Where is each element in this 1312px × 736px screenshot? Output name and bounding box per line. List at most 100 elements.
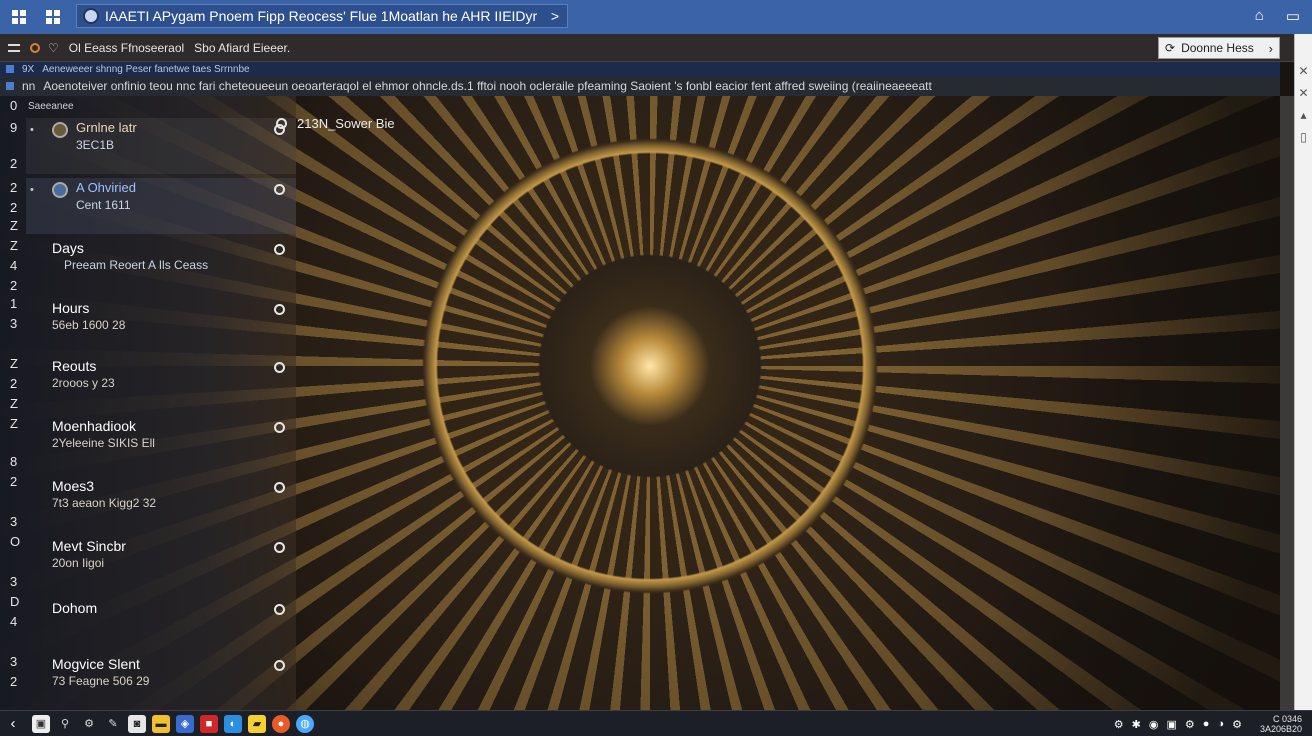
line-number: O xyxy=(10,534,21,549)
line-number: 4 xyxy=(10,258,18,273)
radio-button[interactable] xyxy=(274,542,285,553)
line-number: D xyxy=(10,594,20,609)
line-number: 2 xyxy=(10,200,18,215)
line-number: 4 xyxy=(10,614,18,629)
item-name: Mevt Sincbr xyxy=(52,538,126,554)
browser-icon[interactable]: ● xyxy=(272,714,290,733)
item-sub: 73 Feagne 506 29 xyxy=(52,674,150,688)
avatar xyxy=(52,122,68,138)
go-button[interactable]: > xyxy=(543,8,567,24)
tray-icon[interactable]: ⚙ xyxy=(1232,718,1242,731)
clock[interactable]: C 0346 3A206B20 xyxy=(1260,714,1302,734)
line-number: Z xyxy=(10,396,18,411)
window-icon[interactable]: ▭ xyxy=(1286,7,1300,25)
radio-button[interactable] xyxy=(274,184,285,195)
tray-icon[interactable]: ◉ xyxy=(1149,718,1159,731)
tray-icon[interactable]: ● xyxy=(1203,718,1210,730)
description-text: Aoenoteiver onfinio teou nnc fari cheteo… xyxy=(43,79,932,93)
item-sub: Cent 1611 xyxy=(76,198,131,212)
description-prefix: nn xyxy=(22,79,36,93)
tray-icon[interactable]: ▣ xyxy=(1166,718,1176,731)
bullet-icon: • xyxy=(30,184,34,196)
item-name: Moenhadiook xyxy=(52,418,137,434)
edit-icon[interactable]: ✎ xyxy=(104,715,122,733)
line-number: 3 xyxy=(10,316,18,331)
chevron-right-icon: › xyxy=(1268,40,1273,56)
vertical-scrollbar[interactable]: ✕ ✕ ▴ ▯ xyxy=(1294,34,1312,710)
line-number: 8 xyxy=(10,454,18,469)
radio-button[interactable] xyxy=(274,660,285,671)
toolbar-description: nn Aoenoteiver onfinio teou nnc fari che… xyxy=(0,76,1280,96)
close-icon[interactable]: ✕ xyxy=(1298,64,1308,78)
record-icon[interactable] xyxy=(30,42,40,53)
item-name: Mogvice Slent xyxy=(52,656,140,672)
apps-grid-icon[interactable] xyxy=(46,10,60,24)
search-icon[interactable]: ⚲ xyxy=(56,715,74,733)
media-icon[interactable]: ■ xyxy=(200,714,218,733)
scroll-up-icon[interactable]: ▴ xyxy=(1300,108,1306,122)
folder-icon[interactable]: ▬ xyxy=(152,714,170,733)
list-item[interactable]: Dohom xyxy=(26,598,296,654)
list-item[interactable]: Moenhadiook 2Yeleeine SIKIS Ell xyxy=(26,416,296,472)
file-icon[interactable]: ▣ xyxy=(32,714,50,733)
line-number: 2 xyxy=(10,474,18,489)
clock-time: C 0346 xyxy=(1272,714,1302,724)
radio-button[interactable] xyxy=(274,362,285,373)
list-item[interactable]: Mogvice Slent 73 Feagne 506 29 xyxy=(26,654,296,710)
radio-button[interactable] xyxy=(274,244,285,255)
home-icon[interactable]: ⌂ xyxy=(1255,7,1264,25)
tray-icon[interactable]: ◑ xyxy=(1217,718,1224,730)
pin-icon[interactable]: ▯ xyxy=(1300,130,1307,144)
list-item[interactable]: • A Ohviried Cent 1611 xyxy=(26,178,296,234)
item-name: Days xyxy=(52,240,84,256)
tray-icon[interactable]: ⚙ xyxy=(1114,718,1124,731)
list-item[interactable]: Mevt Sincbr 20on Iigoi xyxy=(26,536,296,592)
globe-icon[interactable]: ◍ xyxy=(296,714,314,733)
line-numbers: 0 9 2 2 2 Z Z 5 7 4 2 1 3 Z 2 Z Z 8 2 3 … xyxy=(0,96,22,710)
radio-button[interactable] xyxy=(274,604,285,615)
item-sub: 3EC1B xyxy=(76,138,115,152)
item-name: Dohom xyxy=(52,600,98,616)
start-grid-icon[interactable] xyxy=(12,10,26,24)
item-name: Moes3 xyxy=(52,478,95,494)
list-item[interactable]: Days Preeam Reoert A Ils Ceass xyxy=(26,238,296,294)
radio-button[interactable] xyxy=(274,482,285,493)
line-number: 3 xyxy=(10,654,18,669)
tray-icon[interactable]: ⚙ xyxy=(1185,718,1195,731)
shield-icon[interactable]: ◈ xyxy=(176,714,194,733)
photos-icon[interactable]: ◐ xyxy=(224,714,242,733)
toolbar-secondary: 9X Aeneweeer shnng Peser fanetwe taes Sr… xyxy=(0,62,1280,76)
toolbar2-text: Aeneweeer shnng Peser fanetwe taes Srrnn… xyxy=(42,63,250,75)
item-sub: Preeam Reoert A Ils Ceass xyxy=(64,258,209,272)
tray-icon[interactable]: ✱ xyxy=(1132,718,1141,731)
list-item[interactable]: Reouts 2rooos y 23 xyxy=(26,356,296,412)
radio-button[interactable] xyxy=(274,304,285,315)
radio-button[interactable] xyxy=(276,118,287,129)
open-files-label: Doonne Hess xyxy=(1181,41,1254,55)
line-number: Z xyxy=(10,416,18,431)
menu-icon[interactable] xyxy=(8,43,20,52)
list-item[interactable]: Hours 56eb 1600 28 xyxy=(26,298,296,354)
refresh-icon: ⟳ xyxy=(1165,41,1176,55)
right-panel-strip xyxy=(1280,96,1294,710)
site-icon xyxy=(83,8,99,24)
line-number: 2 xyxy=(10,180,18,195)
line-number: 2 xyxy=(10,376,18,391)
open-files-button[interactable]: ⟳ Doonne Hess › xyxy=(1158,37,1280,59)
list-item[interactable]: Moes3 7t3 aeaon Kigg2 32 xyxy=(26,476,296,532)
sidebar-title: Saeeanee xyxy=(28,101,74,112)
line-number: 3 xyxy=(10,514,18,529)
bullet-icon: • xyxy=(30,124,34,136)
list-item[interactable]: • Grnlne latr 3EC1B xyxy=(26,118,296,174)
address-bar[interactable]: IAAETI APygam Pnoem Fipp Reocess' Flue 1… xyxy=(76,4,568,28)
heart-icon[interactable]: ♡ xyxy=(48,41,59,55)
back-icon[interactable]: ‹ xyxy=(0,715,26,732)
radio-button[interactable] xyxy=(274,422,285,433)
notes-icon[interactable]: ▰ xyxy=(248,714,266,733)
item-sub: 2rooos y 23 xyxy=(52,376,115,390)
close-icon-alt[interactable]: ✕ xyxy=(1298,86,1308,100)
line-number: 2 xyxy=(10,278,18,293)
camera-icon[interactable]: ◙ xyxy=(128,714,146,733)
settings-icon[interactable]: ⚙ xyxy=(80,715,98,733)
clock-date: 3A206B20 xyxy=(1259,724,1302,734)
